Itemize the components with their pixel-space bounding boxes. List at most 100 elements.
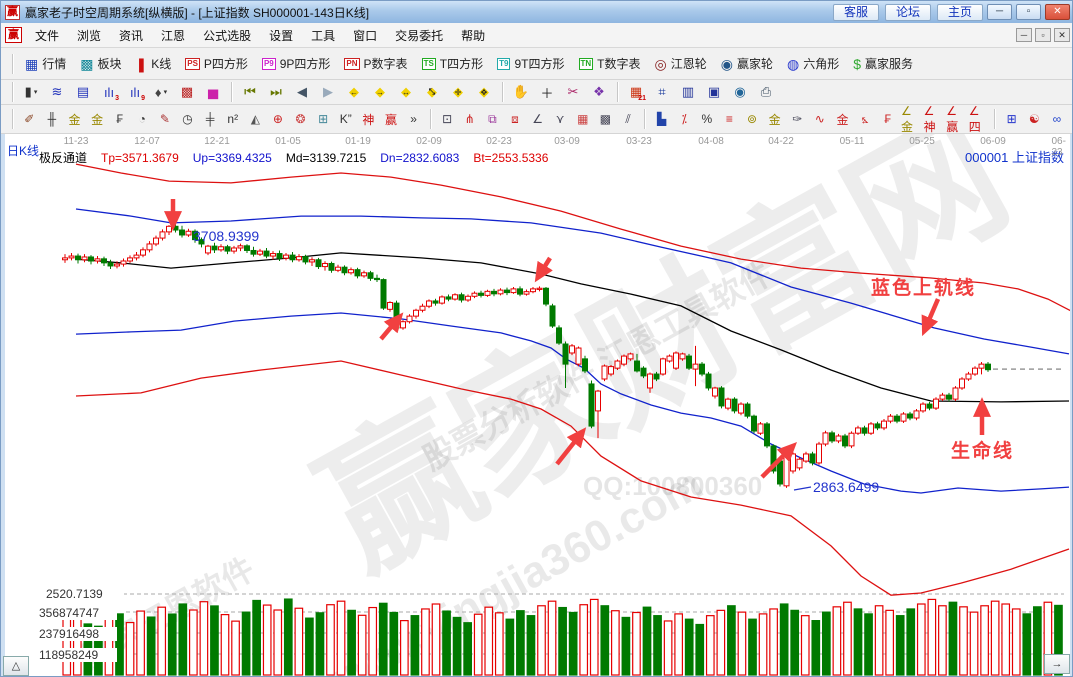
web-export-button[interactable]: ◉ [728,81,752,103]
zigzag-tool-button[interactable]: ≋ [45,81,69,103]
menu-窗口[interactable]: 窗口 [344,26,386,46]
j-angle-button[interactable]: ⦩ [854,108,876,130]
grid-color-button[interactable]: ⊞ [1001,108,1022,130]
customer-service-button[interactable]: 客服 [832,3,879,21]
candlestick-chart[interactable]: 赢家财富网赢家江恩软件股票分析软件 江恩工具软件www.yingjia360.c… [1,134,1073,677]
calculator-button[interactable]: ⌗ [650,81,674,103]
menu-帮助[interactable]: 帮助 [452,26,494,46]
draw-pen-button[interactable]: ✐ [18,108,40,130]
gold-percent-button[interactable]: 金 [832,108,853,130]
p-number-table-button[interactable]: PN P数字表 [338,52,413,76]
infinity-button[interactable]: ∞ [1046,108,1068,130]
menu-设置[interactable]: 设置 [260,26,302,46]
pan-hand-button[interactable]: ✋ [509,81,533,103]
child-minimize-button[interactable]: ─ [1016,28,1032,42]
menu-文件[interactable]: 文件 [26,26,68,46]
nine-p-square-button[interactable]: P9 9P四方形 [256,52,336,76]
gann-wheel-button[interactable]: ◎ 江恩轮 [649,52,713,76]
color-bars-tool-button[interactable]: ▅ [201,81,225,103]
last-bar-button[interactable]: ⏭ [264,81,288,103]
diamond-cross-button[interactable]: ◆ ✛ [446,81,470,103]
diamond-left-button[interactable]: ◆ ← [342,81,366,103]
f-angle-button[interactable]: ₣ [877,108,898,130]
star-web-button[interactable]: ❂ [290,108,311,130]
winner-wheel-button[interactable]: ◉ 赢家轮 [715,52,779,76]
t-square-button[interactable]: TS T四方形 [416,52,490,76]
t-number-table-button[interactable]: TN T数字表 [573,52,647,76]
menu-交易委托[interactable]: 交易委托 [386,26,452,46]
volume-toggle-button[interactable]: △ [3,656,29,676]
box-measure-button[interactable]: ⊡ [436,108,458,130]
calendar-button[interactable]: ▦ 21 [624,81,648,103]
magic-tool-button[interactable]: ❖ [587,81,611,103]
percent-button[interactable]: % [696,108,718,130]
angle-line-button[interactable]: ∠ [527,108,548,130]
ruler-h-button[interactable]: ╫ [41,108,63,130]
first-bar-button[interactable]: ⏮ [238,81,262,103]
gold-ruler2-button[interactable]: 金 [86,108,108,130]
prev-bar-button[interactable]: ◀ [290,81,314,103]
pen-measure-button[interactable]: ✑ [786,108,808,130]
fan-lines-button[interactable]: ⋔ [459,108,481,130]
scroll-right-button[interactable]: → [1044,654,1070,674]
v-line-button[interactable]: ⋎ [549,108,571,130]
child-restore-button[interactable]: ▫ [1035,28,1051,42]
f-ruler-button[interactable]: ₣ [109,108,130,130]
pen2-tool-button[interactable]: ✎ [154,108,176,130]
sectors-button[interactable]: ▩ 板块 [74,52,127,76]
minimize-button[interactable]: ─ [987,4,1012,20]
n-square-tool-button[interactable]: n² [222,108,244,130]
percent-line-button[interactable]: ⁒ [673,108,695,130]
square-web-button[interactable]: ⊞ [312,108,334,130]
cut-tool-button[interactable]: ✂ [561,81,585,103]
parallel-lines-button[interactable]: ⫽ [617,108,639,130]
menu-浏览[interactable]: 浏览 [68,26,110,46]
ying-tool-button[interactable]: 赢 [380,108,402,130]
gold-angle-button[interactable]: ∠金 [899,104,921,134]
candle-dropdown-button[interactable]: ♦ ▾ [149,81,173,103]
measure-percent-button[interactable]: ▙ [651,108,672,130]
si-angle-button[interactable]: ∠四 [967,104,989,134]
gold-ruler-button[interactable]: 金 [64,108,85,130]
crosshair-button[interactable]: ＋ [535,81,559,103]
clock-tool-button[interactable]: ◷ [177,108,198,130]
bars3-tool-button[interactable]: ılı 3 [97,81,121,103]
nine-t-square-button[interactable]: T9 9T四方形 [491,52,570,76]
menu-资讯[interactable]: 资讯 [110,26,152,46]
homepage-button[interactable]: 主页 [936,3,983,21]
percent-levels-button[interactable]: ≡ [719,108,740,130]
diamond-hmove-button[interactable]: ◆ ↔ [394,81,418,103]
diamond-expand-button[interactable]: ◆ ⤡ [420,81,444,103]
child-close-button[interactable]: ✕ [1054,28,1070,42]
grid-tool-button[interactable]: ▦ [572,108,594,130]
close-button[interactable]: ✕ [1045,4,1070,20]
save-button[interactable]: ▣ [702,81,726,103]
menu-公式选股[interactable]: 公式选股 [194,26,260,46]
k-notation-button[interactable]: K” [335,108,357,130]
restore-button[interactable]: ▫ [1016,4,1041,20]
gann-circle-button[interactable]: ⊕ [267,108,289,130]
grid-tool2-button[interactable]: ▩ [595,108,616,130]
mirror-angle-button[interactable]: ◭ [245,108,266,130]
shen-tool-button[interactable]: 神 [358,108,379,130]
wave-tool-button[interactable]: ∿ [809,108,831,130]
shen-angle-button[interactable]: ∠神 [922,104,944,134]
print-button[interactable]: ⎙ [754,81,778,103]
more-tools-button[interactable]: » [403,108,424,130]
doc-tool-button[interactable]: ▤ [71,81,95,103]
box-fan-button[interactable]: ⧉ [482,108,503,130]
ying-angle-button[interactable]: ∠赢 [945,104,966,134]
period-dropdown-button[interactable]: ▮ ▾ [19,81,43,103]
yinyang-button[interactable]: ☯ [1023,108,1045,130]
ruler2-button[interactable]: ╪ [199,108,221,130]
forum-button[interactable]: 论坛 [884,3,931,21]
notes-button[interactable]: ▥ [676,81,700,103]
p-square-button[interactable]: PS P四方形 [179,52,254,76]
hexagon-button[interactable]: ◍ 六角形 [781,52,845,76]
spiral-tool-button[interactable]: ◔ [131,108,153,130]
bars9-tool-button[interactable]: ılı 9 [123,81,147,103]
market-button[interactable]: ▦ 行情 [19,52,72,76]
box-diagonal-button[interactable]: ⧈ [504,108,526,130]
red-grid-tool-button[interactable]: ▩ [175,81,199,103]
next-bar-button[interactable]: ▶ [316,81,340,103]
